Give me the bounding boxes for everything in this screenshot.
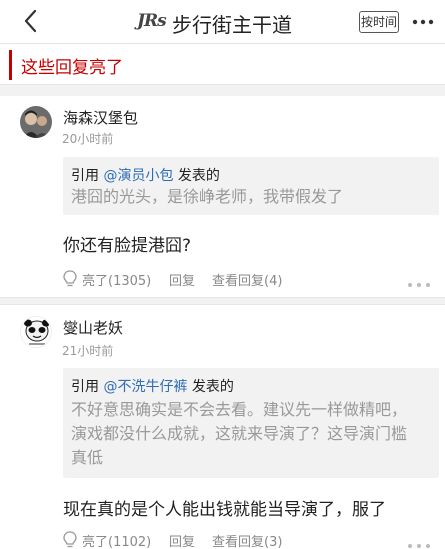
quote-prefix: 引用	[71, 168, 104, 184]
avatar-panda-meme[interactable]	[20, 316, 52, 348]
sort-by-time-button[interactable]: 按时间	[359, 11, 399, 33]
reply-text: 现在真的是个人能出钱就能当导演了，服了	[63, 500, 386, 520]
timestamp: 20小时前	[62, 132, 114, 146]
reply-text: 你还有脸提港囧?	[63, 236, 192, 256]
quoted-reply: 引用 @不洗牛仔裤 发表的 不好意思确实是不会去看。建议先一样做精吧， 演戏都没…	[63, 368, 439, 478]
back-arrow-icon[interactable]	[20, 7, 44, 35]
view-replies-link[interactable]: 查看回复(3)	[212, 531, 282, 549]
quote-line: 港囧的光头，是徐峥老师，我带假发了	[71, 187, 344, 206]
page-title: 步行街主干道	[172, 13, 292, 37]
like-button[interactable]: 亮了(1102)	[82, 531, 151, 549]
like-button[interactable]: 亮了(1305)	[82, 270, 151, 289]
avatar-photo[interactable]	[20, 106, 52, 138]
quote-line: 演戏都没什么成就，这就来导演了？这导演门槛	[71, 424, 408, 443]
username[interactable]: 燮山老妖	[63, 317, 123, 338]
top-bar: JRs 步行街主干道 按时间	[0, 0, 445, 44]
bulb-icon[interactable]	[63, 270, 77, 288]
reply-button[interactable]: 回复	[169, 270, 195, 289]
section-title: 这些回复亮了	[21, 58, 123, 78]
section-accent-bar	[9, 50, 12, 80]
quoted-username[interactable]: @不洗牛仔裤	[103, 379, 187, 395]
quote-line: 真低	[71, 448, 104, 467]
post-divider	[0, 297, 445, 305]
quote-prefix: 引用	[71, 379, 104, 395]
reply-post: 海森汉堡包 20小时前 引用 @演员小包 发表的 港囧的光头，是徐峥老师，我带假…	[0, 97, 445, 297]
highlight-section-header: 这些回复亮了	[0, 46, 445, 84]
reply-actions: 亮了(1102) 回复 查看回复(3)	[63, 531, 423, 549]
timestamp: 21小时前	[62, 344, 114, 358]
quote-suffix: 发表的	[173, 168, 220, 184]
more-dots-icon[interactable]	[406, 275, 432, 287]
quote-text: 港囧的光头，是徐峥老师，我带假发了	[71, 185, 436, 209]
quote-suffix: 发表的	[187, 379, 234, 395]
reply-post: 燮山老妖 21小时前 引用 @不洗牛仔裤 发表的 不好意思确实是不会去看。建议先…	[0, 306, 445, 549]
quote-text: 不好意思确实是不会去看。建议先一样做精吧， 演戏都没什么成就，这就来导演了？这导…	[71, 398, 436, 470]
reply-actions: 亮了(1305) 回复 查看回复(4)	[63, 270, 423, 290]
quoted-reply: 引用 @演员小包 发表的 港囧的光头，是徐峥老师，我带假发了	[63, 157, 439, 215]
reply-button[interactable]: 回复	[169, 531, 195, 549]
bulb-icon[interactable]	[63, 531, 77, 549]
username[interactable]: 海森汉堡包	[63, 107, 138, 128]
quoted-username[interactable]: @演员小包	[103, 168, 173, 184]
jrs-logo: JRs	[137, 11, 167, 31]
quote-header: 引用 @演员小包 发表的	[71, 165, 220, 185]
more-dots-icon[interactable]	[406, 536, 432, 548]
more-icon[interactable]	[410, 12, 436, 32]
view-replies-link[interactable]: 查看回复(4)	[212, 270, 282, 289]
quote-header: 引用 @不洗牛仔裤 发表的	[71, 376, 234, 396]
section-divider	[0, 84, 445, 96]
quote-line: 不好意思确实是不会去看。建议先一样做精吧，	[71, 400, 408, 419]
